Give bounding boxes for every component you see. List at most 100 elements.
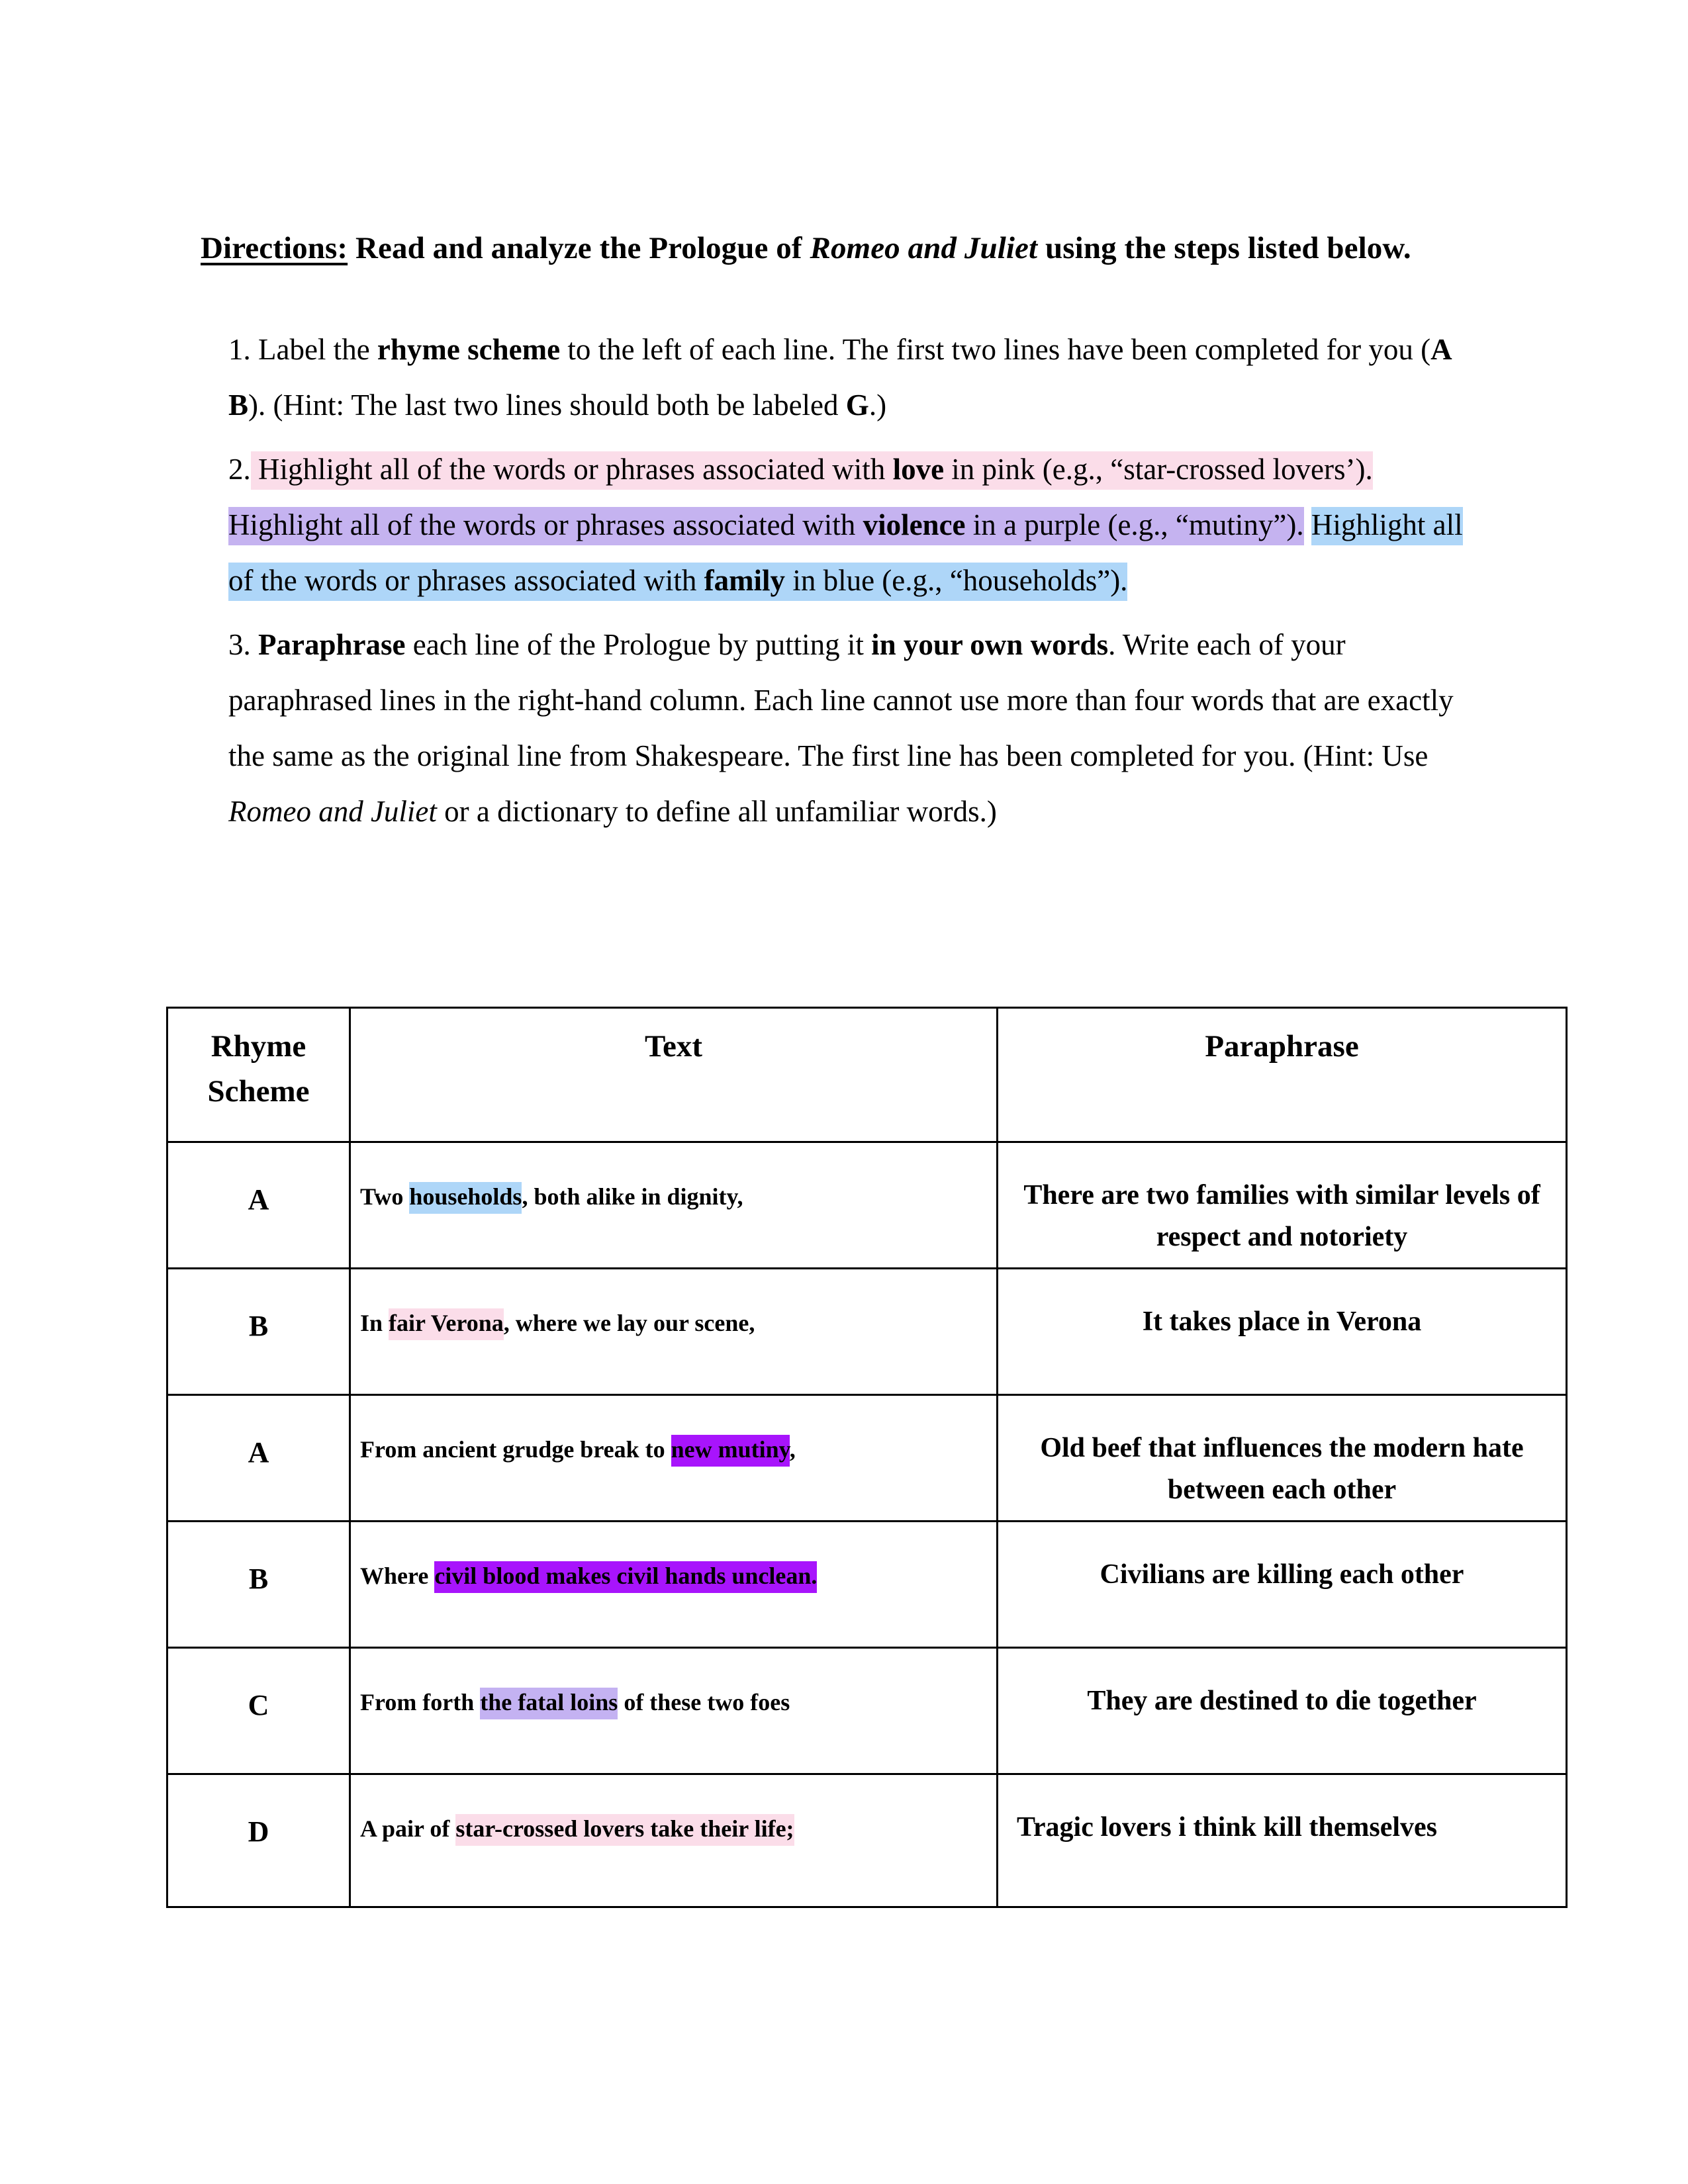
cell-prologue-text: From forth the fatal loins of these two …	[349, 1647, 998, 1775]
step-2-segment-6: in a purple (e.g., “mutiny”).	[965, 507, 1304, 546]
row-1-text-segment-0: In	[360, 1310, 389, 1336]
table-row: D A pair of star-crossed lovers take thei…	[166, 1773, 1568, 1908]
prologue-line: In fair Verona, where we lay our scene,	[351, 1269, 996, 1341]
step-2-segment-0: Highlight all of the words or phrases as…	[250, 451, 893, 490]
cell-paraphrase[interactable]: Old beef that influences the modern hate…	[996, 1394, 1568, 1522]
table-row: B Where civil blood makes civil hands unc…	[166, 1520, 1568, 1649]
step-3-segment-5: Romeo and Juliet	[228, 794, 437, 828]
step-1-segment-0: Label the	[250, 333, 377, 366]
table-row: B In fair Verona, where we lay our scene,…	[166, 1267, 1568, 1396]
cell-prologue-text: From ancient grudge break to new mutiny,	[349, 1394, 998, 1522]
step-2-segment-4: Highlight all of the words or phrases as…	[228, 507, 863, 546]
row-5-text-segment-0: A pair of	[360, 1815, 456, 1842]
rhyme-scheme-value: B	[248, 1310, 269, 1342]
prologue-line: Where civil blood makes civil hands uncl…	[351, 1522, 996, 1594]
step-1-segment-6: .)	[868, 388, 887, 422]
cell-prologue-text: Two households, both alike in dignity,	[349, 1141, 998, 1269]
header-cell-paraphrase: Paraphrase	[996, 1007, 1568, 1143]
row-3-text-segment-1: civil blood makes civil hands unclean.	[434, 1561, 818, 1593]
cell-rhyme-scheme: D	[166, 1773, 351, 1908]
prologue-line: A pair of star-crossed lovers take their…	[351, 1775, 996, 1846]
row-4-text-segment-1: the fatal loins	[480, 1688, 618, 1719]
cell-paraphrase[interactable]: There are two families with similar leve…	[996, 1141, 1568, 1269]
paraphrase-value[interactable]: They are destined to die together	[998, 1649, 1566, 1722]
row-0-text-segment-1: households	[409, 1182, 522, 1214]
step-1-segment-2: to the left of each line. The first two …	[560, 333, 1431, 366]
step-3-segment-3: in your own words	[871, 628, 1109, 662]
step-1-segment-1: rhyme scheme	[377, 333, 561, 366]
row-2-text-segment-1: new mutiny	[671, 1435, 790, 1467]
play-title: Romeo and Juliet	[810, 231, 1038, 265]
row-3-text-segment-0: Where	[360, 1563, 435, 1589]
directions-text-after-title: using the steps listed below.	[1037, 231, 1411, 265]
step-1-segment-5: G	[845, 388, 869, 422]
row-2-text-segment-0: From ancient grudge break to	[360, 1436, 671, 1463]
cell-prologue-text: Where civil blood makes civil hands uncl…	[349, 1520, 998, 1649]
step-3-segment-6: or a dictionary to define all unfamiliar…	[436, 794, 997, 828]
header-label-rhyme-scheme: Rhyme Scheme	[168, 1009, 349, 1114]
row-4-text-segment-2: of these two foes	[618, 1689, 790, 1715]
row-2-text-segment-2: ,	[789, 1436, 796, 1463]
step-2-segment-2: in pink (e.g., “star-crossed lovers’).	[944, 451, 1373, 490]
paraphrase-value[interactable]: Tragic lovers i think kill themselves	[998, 1775, 1566, 1848]
instruction-step-2: 2. Highlight all of the words or phrases…	[228, 442, 1483, 608]
header-cell-text: Text	[349, 1007, 998, 1143]
prologue-line: From forth the fatal loins of these two …	[351, 1649, 996, 1720]
table-row: A From ancient grudge break to new mutiny…	[166, 1394, 1568, 1522]
rhyme-scheme-value: C	[248, 1689, 269, 1721]
step-number-2: 2.	[228, 453, 251, 486]
prologue-line: Two households, both alike in dignity,	[351, 1143, 996, 1214]
step-3-segment-2: each line of the Prologue by putting it	[405, 628, 872, 662]
rhyme-scheme-value: D	[248, 1815, 269, 1848]
step-2-segment-1: love	[892, 451, 945, 490]
cell-paraphrase[interactable]: Tragic lovers i think kill themselves	[996, 1773, 1568, 1908]
step-2-segment-5: violence	[863, 507, 966, 546]
cell-paraphrase[interactable]: Civilians are killing each other	[996, 1520, 1568, 1649]
row-0-text-segment-2: , both alike in dignity,	[522, 1183, 743, 1210]
step-number-1: 1.	[228, 333, 251, 366]
cell-paraphrase[interactable]: They are destined to die together	[996, 1647, 1568, 1775]
row-4-text-segment-0: From forth	[360, 1689, 481, 1715]
paraphrase-value[interactable]: Civilians are killing each other	[998, 1522, 1566, 1596]
header-cell-rhyme-scheme: Rhyme Scheme	[166, 1007, 351, 1143]
paraphrase-value[interactable]: Old beef that influences the modern hate…	[998, 1396, 1566, 1511]
cell-rhyme-scheme: A	[166, 1141, 351, 1269]
rhyme-scheme-value: B	[248, 1563, 269, 1595]
rhyme-scheme-value: A	[248, 1183, 269, 1216]
step-2-segment-9: family	[704, 562, 786, 601]
prologue-table-body: Rhyme Scheme Text Paraphrase A Two househ…	[166, 1007, 1568, 1908]
cell-rhyme-scheme: B	[166, 1520, 351, 1649]
instruction-step-1: 1. Label the rhyme scheme to the left of…	[228, 322, 1483, 433]
cell-rhyme-scheme: A	[166, 1394, 351, 1522]
cell-prologue-text: A pair of star-crossed lovers take their…	[349, 1773, 998, 1908]
table-header-row: Rhyme Scheme Text Paraphrase	[166, 1007, 1568, 1143]
cell-rhyme-scheme: C	[166, 1647, 351, 1775]
instruction-steps: 1. Label the rhyme scheme to the left of…	[228, 322, 1483, 848]
prologue-line: From ancient grudge break to new mutiny,	[351, 1396, 996, 1467]
step-3-segment-1: Paraphrase	[258, 628, 406, 662]
step-number-3: 3.	[228, 628, 251, 662]
cell-rhyme-scheme: B	[166, 1267, 351, 1396]
directions-text-before-title: Read and analyze the Prologue of	[348, 231, 810, 265]
row-1-text-segment-2: , where we lay our scene,	[503, 1310, 755, 1336]
rhyme-scheme-value: A	[248, 1436, 269, 1469]
paraphrase-value[interactable]: There are two families with similar leve…	[998, 1143, 1566, 1258]
document-page: Directions: Read and analyze the Prologu…	[0, 0, 1688, 2184]
prologue-table: Rhyme Scheme Text Paraphrase A Two househ…	[166, 1007, 1568, 1908]
header-label-paraphrase: Paraphrase	[1205, 1029, 1359, 1064]
row-5-text-segment-1: star-crossed lovers take their life;	[455, 1814, 794, 1846]
step-2-segment-10: in blue (e.g., “households”).	[785, 562, 1128, 601]
row-0-text-segment-0: Two	[360, 1183, 410, 1210]
header-rhyme-line-2: Scheme	[207, 1073, 310, 1109]
row-1-text-segment-1: fair Verona	[389, 1308, 504, 1340]
step-3-segment-0	[251, 628, 258, 661]
step-2-segment-7	[1304, 508, 1311, 541]
directions-label: Directions:	[201, 231, 348, 265]
paraphrase-value[interactable]: It takes place in Verona	[998, 1269, 1566, 1343]
instruction-step-3: 3. Paraphrase each line of the Prologue …	[228, 617, 1483, 839]
cell-paraphrase[interactable]: It takes place in Verona	[996, 1267, 1568, 1396]
table-row: C From forth the fatal loins of these two…	[166, 1647, 1568, 1775]
header-label-text: Text	[644, 1029, 703, 1064]
step-1-segment-4: ). (Hint: The last two lines should both…	[248, 388, 846, 422]
directions-heading: Directions: Read and analyze the Prologu…	[201, 222, 1478, 275]
